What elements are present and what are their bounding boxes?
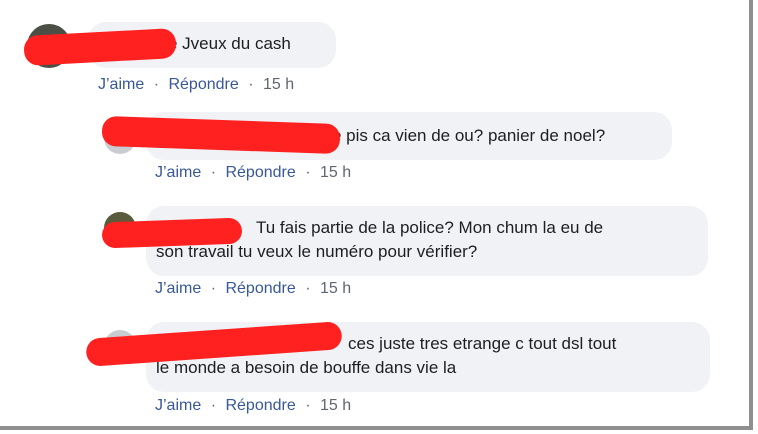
comment-thread: e Jveux du cash J’aime · Répondre · 15 h… [0, 0, 753, 430]
separator: · [153, 76, 160, 93]
reply-link[interactable]: Répondre [225, 397, 295, 414]
comment-actions: J’aime · Répondre · 15 h [155, 164, 351, 182]
separator: · [305, 397, 311, 414]
comment-text-line: le monde a besoin de bouffe dans vie la [156, 358, 457, 377]
reply-link[interactable]: Répondre [168, 76, 238, 93]
comment-actions: J’aime · Répondre · 15 h [155, 397, 351, 415]
comment-text: e pis ca vien de ou? panier de noel? [332, 126, 606, 145]
like-link[interactable]: J’aime [155, 164, 201, 181]
reply-link[interactable]: Répondre [225, 280, 295, 297]
like-link[interactable]: J’aime [155, 397, 201, 414]
timestamp[interactable]: 15 h [263, 76, 294, 93]
comment-text: e Jveux du cash [168, 34, 291, 53]
separator: · [248, 76, 254, 93]
comment-actions: J’aime · Répondre · 15 h [98, 76, 294, 94]
separator: · [305, 164, 311, 181]
reply-link[interactable]: Répondre [225, 164, 295, 181]
timestamp[interactable]: 15 h [320, 280, 351, 297]
separator: · [210, 280, 217, 297]
like-link[interactable]: J’aime [98, 76, 144, 93]
separator: · [305, 280, 311, 297]
redaction-mark [101, 217, 243, 249]
timestamp[interactable]: 15 h [320, 397, 351, 414]
like-link[interactable]: J’aime [155, 280, 201, 297]
separator: · [210, 397, 217, 414]
comment-text-line: son travail tu veux le numéro pour vérif… [156, 242, 478, 261]
comment-actions: J’aime · Répondre · 15 h [155, 280, 351, 298]
timestamp[interactable]: 15 h [320, 164, 351, 181]
separator: · [210, 164, 217, 181]
